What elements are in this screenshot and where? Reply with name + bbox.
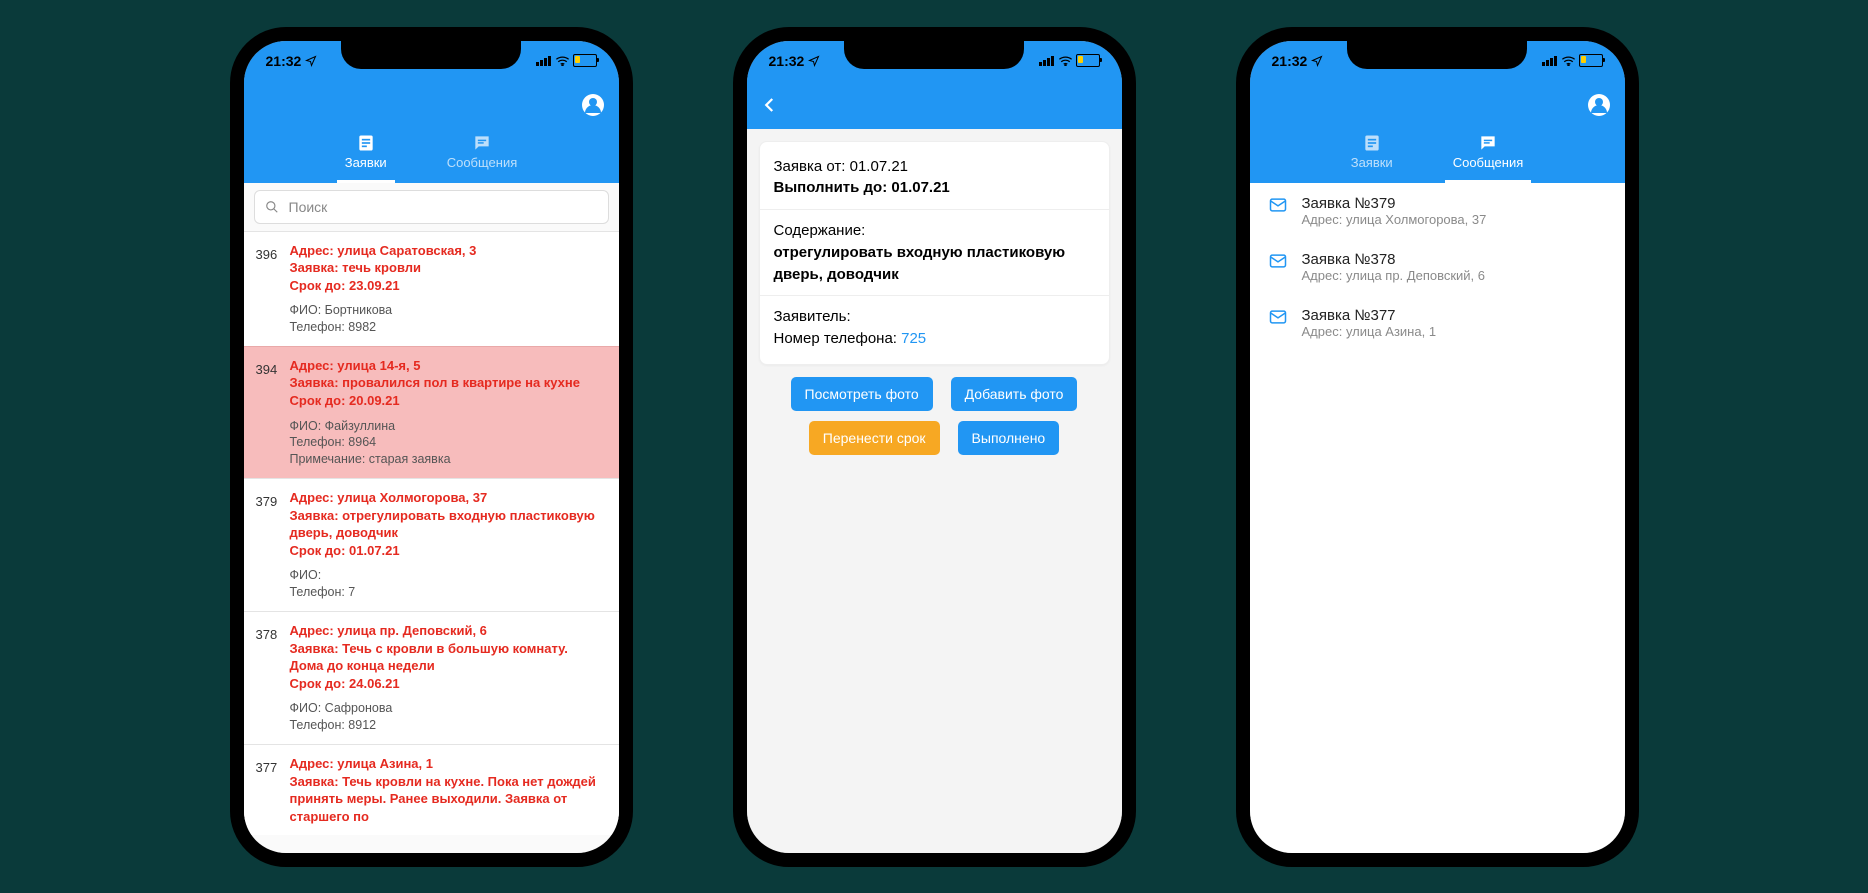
back-icon[interactable] — [761, 96, 779, 114]
request-address: Адрес: улица Азина, 1 — [290, 755, 605, 773]
content-value: отрегулировать входную пластиковую дверь… — [774, 244, 1066, 283]
tab-requests-label: Заявки — [1351, 155, 1393, 170]
wifi-icon — [555, 55, 570, 66]
message-address: Адрес: улица Азина, 1 — [1302, 324, 1437, 339]
profile-icon[interactable] — [1587, 93, 1611, 117]
request-address: Адрес: улица пр. Деповский, 6 — [290, 622, 605, 640]
tab-messages-label: Сообщения — [447, 155, 518, 170]
messages-tab-icon — [472, 133, 492, 153]
request-fio: ФИО: Файзуллина — [290, 418, 605, 435]
due-value: 01.07.21 — [891, 179, 949, 196]
request-fio: ФИО: — [290, 567, 605, 584]
phone-label: Номер телефона: — [774, 330, 902, 347]
view-photo-button[interactable]: Посмотреть фото — [791, 377, 933, 411]
message-address: Адрес: улица пр. Деповский, 6 — [1302, 268, 1486, 283]
phone-detail: 21:32 Заявка от: 01.07.21 Выполнить до: … — [733, 27, 1136, 867]
location-icon — [1311, 55, 1323, 67]
applicant-label: Заявитель: — [774, 306, 1095, 328]
request-title: Заявка: провалился пол в квартире на кух… — [290, 374, 605, 392]
notch — [844, 41, 1024, 69]
wifi-icon — [1561, 55, 1576, 66]
battery-icon — [1579, 54, 1603, 67]
request-id: 378 — [256, 622, 290, 734]
due-label: Выполнить до: — [774, 179, 892, 196]
request-address: Адрес: улица Холмогорова, 37 — [290, 489, 605, 507]
request-phone: Телефон: 8982 — [290, 319, 605, 336]
request-due: Срок до: 23.09.21 — [290, 277, 605, 295]
battery-icon — [573, 54, 597, 67]
reschedule-button[interactable]: Перенести срок — [809, 421, 940, 455]
mail-icon — [1268, 251, 1288, 271]
location-icon — [808, 55, 820, 67]
tab-messages-label: Сообщения — [1453, 155, 1524, 170]
tab-requests[interactable]: Заявки — [1343, 129, 1401, 183]
phone-requests: 21:32 Заявки — [230, 27, 633, 867]
phone-messages: 21:32 Заявки — [1236, 27, 1639, 867]
request-detail-card: Заявка от: 01.07.21 Выполнить до: 01.07.… — [759, 141, 1110, 365]
from-label: Заявка от: — [774, 158, 850, 175]
request-title: Заявка: Течь кровли на кухне. Пока нет д… — [290, 773, 605, 826]
request-fio: ФИО: Сафронова — [290, 700, 605, 717]
tab-requests[interactable]: Заявки — [337, 129, 395, 183]
request-id: 394 — [256, 357, 290, 468]
request-address: Адрес: улица Саратовская, 3 — [290, 242, 605, 260]
request-title: Заявка: течь кровли — [290, 259, 605, 277]
from-value: 01.07.21 — [850, 158, 908, 175]
message-title: Заявка №378 — [1302, 251, 1486, 268]
requests-tab-icon — [1362, 133, 1382, 153]
request-note: Примечание: старая заявка — [290, 451, 605, 468]
add-photo-button[interactable]: Добавить фото — [951, 377, 1078, 411]
wifi-icon — [1058, 55, 1073, 66]
message-item[interactable]: Заявка №379Адрес: улица Холмогорова, 37 — [1250, 183, 1625, 239]
status-time: 21:32 — [769, 53, 805, 69]
location-icon — [305, 55, 317, 67]
search-input[interactable]: Поиск — [254, 190, 609, 224]
request-id: 379 — [256, 489, 290, 601]
request-item[interactable]: 378Адрес: улица пр. Деповский, 6Заявка: … — [244, 611, 619, 744]
phone-value[interactable]: 725 — [901, 330, 926, 347]
request-item[interactable]: 394Адрес: улица 14-я, 5Заявка: провалилс… — [244, 346, 619, 478]
request-id: 377 — [256, 755, 290, 825]
message-title: Заявка №377 — [1302, 307, 1437, 324]
requests-tab-icon — [356, 133, 376, 153]
done-button[interactable]: Выполнено — [958, 421, 1060, 455]
mail-icon — [1268, 195, 1288, 215]
request-item[interactable]: 396Адрес: улица Саратовская, 3Заявка: те… — [244, 231, 619, 346]
signal-icon — [536, 56, 552, 66]
message-title: Заявка №379 — [1302, 195, 1487, 212]
request-due: Срок до: 20.09.21 — [290, 392, 605, 410]
mail-icon — [1268, 307, 1288, 327]
request-id: 396 — [256, 242, 290, 336]
battery-icon — [1076, 54, 1100, 67]
request-title: Заявка: Течь с кровли в большую комнату.… — [290, 640, 605, 675]
request-phone: Телефон: 8964 — [290, 434, 605, 451]
request-fio: ФИО: Бортникова — [290, 302, 605, 319]
profile-icon[interactable] — [581, 93, 605, 117]
request-phone: Телефон: 8912 — [290, 717, 605, 734]
notch — [341, 41, 521, 69]
signal-icon — [1039, 56, 1055, 66]
request-item[interactable]: 379Адрес: улица Холмогорова, 37Заявка: о… — [244, 478, 619, 611]
messages-tab-icon — [1478, 133, 1498, 153]
request-due: Срок до: 24.06.21 — [290, 675, 605, 693]
status-time: 21:32 — [266, 53, 302, 69]
request-address: Адрес: улица 14-я, 5 — [290, 357, 605, 375]
status-time: 21:32 — [1272, 53, 1308, 69]
request-title: Заявка: отрегулировать входную пластиков… — [290, 507, 605, 542]
request-due: Срок до: 01.07.21 — [290, 542, 605, 560]
notch — [1347, 41, 1527, 69]
search-placeholder: Поиск — [289, 199, 328, 215]
content-label: Содержание: — [774, 220, 1095, 242]
tab-messages[interactable]: Сообщения — [1445, 129, 1532, 183]
tab-requests-label: Заявки — [345, 155, 387, 170]
message-item[interactable]: Заявка №378Адрес: улица пр. Деповский, 6 — [1250, 239, 1625, 295]
request-phone: Телефон: 7 — [290, 584, 605, 601]
signal-icon — [1542, 56, 1558, 66]
search-icon — [265, 200, 279, 214]
message-address: Адрес: улица Холмогорова, 37 — [1302, 212, 1487, 227]
tab-messages[interactable]: Сообщения — [439, 129, 526, 183]
request-item[interactable]: 377Адрес: улица Азина, 1Заявка: Течь кро… — [244, 744, 619, 835]
message-item[interactable]: Заявка №377Адрес: улица Азина, 1 — [1250, 295, 1625, 351]
